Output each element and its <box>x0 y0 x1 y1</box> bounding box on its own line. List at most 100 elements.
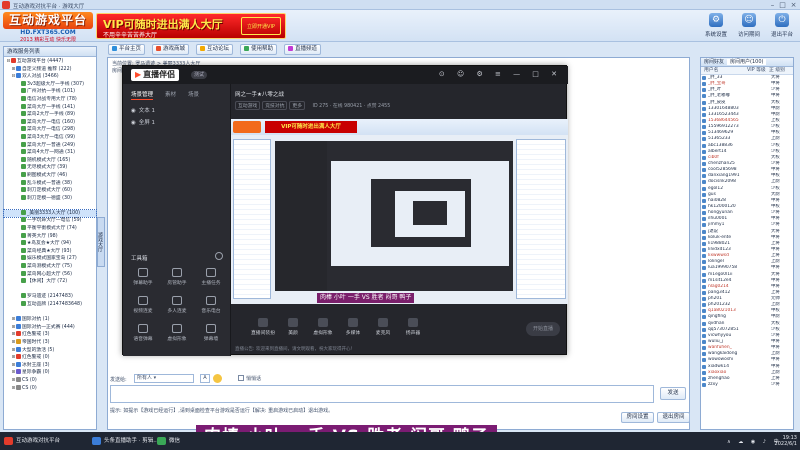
tree-item[interactable]: 随机模式大厅 (165) <box>4 156 96 165</box>
tree-item[interactable]: _美丽3333人大厅 (100) <box>3 208 97 219</box>
taskbar-item-stream[interactable]: 头条直播助手 · 剪辑... <box>90 434 159 448</box>
tree-item[interactable]: 刺刀定模式大厅 (60) <box>4 187 96 195</box>
tree-item[interactable]: ⊞ 自定义频道 推荐 (222) <box>4 65 96 74</box>
send-button[interactable]: 发送 <box>660 387 686 400</box>
source-item[interactable]: ◉ 文本 1 <box>131 106 155 114</box>
vip-open-stamp[interactable]: 立即开通VIP <box>241 17 281 35</box>
tree-item[interactable]: 菜鸟经典★大厅 (93) <box>4 247 96 256</box>
tree-item[interactable]: 罗马遗迹 (2147483) <box>4 293 96 301</box>
tool-avatar[interactable]: 虚拟形象 <box>163 324 191 342</box>
game-lobby-side-tab[interactable]: 游戏大厅 <box>97 217 105 267</box>
tab-scene-management[interactable]: 场景管理 <box>131 92 154 100</box>
toolbar-help-button[interactable]: 使用帮助 <box>240 44 278 55</box>
exit-room-button[interactable]: 退出房间 <box>657 412 690 423</box>
tool-streamer-tasks[interactable]: 主播任务 <box>197 268 225 286</box>
clock[interactable]: 19:13 2022/6/1 <box>775 435 797 447</box>
tree-item[interactable]: ⊞ 大型的激活 (5) <box>4 346 96 355</box>
tool-danmaku-helper[interactable]: 弹幕助手 <box>129 268 157 286</box>
tab-scene[interactable]: 场景 <box>188 92 199 98</box>
tree-item[interactable]: ⊞ CS (0) <box>4 376 96 385</box>
tree-item[interactable]: 菜鸟测模式大厅 (75) <box>4 263 96 271</box>
multimedia-button[interactable]: 多媒体 <box>341 318 365 336</box>
tree-item[interactable]: 菜鸟2大厅一手线 (89) <box>4 111 96 119</box>
tree-item[interactable]: 刺刀定模一德盛 (30) <box>4 194 96 203</box>
tool-video-link[interactable]: 视频连麦 <box>129 296 157 314</box>
tree-item[interactable]: ⊞ 冰封王座 (3) <box>4 361 96 370</box>
whisper-checkbox[interactable]: 悄悄话 <box>238 375 261 382</box>
tree-item[interactable]: ⊞ 星际争霸 (0) <box>4 369 96 377</box>
system-settings-button[interactable]: ⚙ 系统设置 <box>700 13 732 41</box>
toolbar-shop-button[interactable]: 游戏商城 <box>152 44 190 55</box>
taskbar-item-wechat[interactable]: 微信 <box>155 434 180 448</box>
tree-item[interactable]: 菜鸟大厅一电信 (298) <box>4 126 96 134</box>
tab-material[interactable]: 素材 <box>165 92 176 98</box>
tool-music-radio[interactable]: 音乐电台 <box>197 296 225 314</box>
user-row[interactable]: zzxy 少将 <box>701 382 793 388</box>
tree-item[interactable] <box>4 202 96 210</box>
tree-item[interactable]: 菜鸟4大厅一网通 (31) <box>4 149 96 157</box>
tree-item[interactable]: ⊞ 红色警戒 (3) <box>4 331 96 339</box>
game-server-tab[interactable]: 游戏服务列表 <box>4 47 96 57</box>
visit-button[interactable]: ☺ 访问期间 <box>733 13 765 41</box>
exit-platform-button[interactable]: ⏻ 退出平台 <box>766 13 798 41</box>
go-live-button[interactable]: 开始直播 <box>526 322 560 336</box>
tree-item[interactable] <box>4 286 96 294</box>
tree-item[interactable]: 广州对抗一手线 (101) <box>4 88 96 96</box>
tree-item[interactable] <box>4 309 96 317</box>
close-button[interactable]: × <box>789 1 798 9</box>
stream-tag[interactable]: 互动游戏 <box>235 101 261 110</box>
toolbox-toggle-icon[interactable] <box>215 252 223 260</box>
tree-item[interactable]: 娱乐模式国家宝岛 (27) <box>4 255 96 263</box>
speaker-button[interactable]: 扬声器 <box>401 318 425 336</box>
column-username[interactable]: 用户名 <box>704 67 718 75</box>
virtual-avatar-button[interactable]: 虚拟形象 <box>311 318 335 336</box>
room-decor-button[interactable]: 直播间装扮 <box>251 318 275 336</box>
tree-item[interactable]: 3v3超级大厅一手线 (307) <box>4 80 96 89</box>
tree-item[interactable]: ⊟ 双人对战 (3466) <box>4 73 96 81</box>
tree-item[interactable]: 菜鸟3大厅一电信 (99) <box>4 133 96 142</box>
tree-item[interactable]: 一手玩命大厅一电信 (59) <box>4 217 96 225</box>
streaming-app-window[interactable]: ▶ 直播伴侣 测试 ⊙ ☺ ⚙ ≡ — □ ✕ 场景管理 素材 场景 ◉ 文本 1 ◉… <box>122 65 568 356</box>
stream-window-icons[interactable]: ⊙ ☺ ⚙ ≡ — □ ✕ <box>439 70 562 78</box>
stream-tag[interactable]: 竞技对抗 <box>262 101 288 110</box>
minimize-button[interactable]: – <box>768 1 777 9</box>
toolbar-live-button[interactable]: 直播频道 <box>284 44 322 55</box>
message-input[interactable] <box>110 385 654 403</box>
tool-multi-link[interactable]: 多人连麦 <box>163 296 191 314</box>
tree-item[interactable]: 【休闲】大厅 (72) <box>4 278 96 286</box>
emoji-icon[interactable] <box>213 374 222 383</box>
checkbox-box[interactable] <box>238 375 244 381</box>
tree-item[interactable]: 刷图模式大厅 (46) <box>4 171 96 180</box>
tree-item[interactable]: 平衡平衡模式大厅 (74) <box>4 225 96 233</box>
toolbar-forum-button[interactable]: 互动论坛 <box>196 44 234 55</box>
tree-item[interactable]: 乱斗模式一普通 (38) <box>4 179 96 188</box>
tab-room-users[interactable]: 房间用户(100) <box>727 59 767 65</box>
tree-item[interactable]: 菜鸟大厅一普通 (249) <box>4 141 96 150</box>
tree-item[interactable]: ★鸟友会★大厅 (94) <box>4 240 96 248</box>
toolbar-home-button[interactable]: 平台主页 <box>108 44 146 55</box>
font-format-button[interactable]: A <box>200 374 210 383</box>
tree-item[interactable]: 互动品牌 (2147483648) <box>4 301 96 309</box>
tab-room-friends[interactable]: 房间好友 <box>701 59 727 65</box>
maximize-button[interactable]: □ <box>778 1 787 9</box>
tree-item[interactable]: 菁英大厅 (98) <box>4 232 96 241</box>
beauty-button[interactable]: 美颜 <box>281 318 305 336</box>
tree-item[interactable]: 菜鸟网心超大厅 (56) <box>4 270 96 279</box>
stream-tag[interactable]: 更多 <box>289 101 306 110</box>
microphone-button[interactable]: 麦克风 <box>371 318 395 336</box>
tree-item[interactable]: 无尽模式大厅 (39) <box>4 164 96 172</box>
column-level[interactable]: 正 级别 <box>769 67 785 75</box>
tree-item[interactable]: 菜鸟大厅一电信 (160) <box>4 118 96 127</box>
eye-icon[interactable]: ◉ <box>131 120 137 126</box>
tool-room-admin[interactable]: 房管助手 <box>163 268 191 286</box>
source-item[interactable]: ◉ 全屏 1 <box>131 118 155 126</box>
tree-item[interactable]: ⊞ 红色警戒 (0) <box>4 354 96 362</box>
tool-voice-danmaku[interactable]: 语音弹幕 <box>129 324 157 342</box>
vip-banner[interactable]: VIP可随时进出满人大厅 不用辛辛苦苦养大厅 立即开通VIP <box>96 13 286 39</box>
tree-item[interactable]: ⊞ 帝国时代 (3) <box>4 338 96 347</box>
tool-danmaku-wall[interactable]: 弹幕墙 <box>197 324 225 342</box>
send-to-select[interactable]: 所有人 ▾ <box>134 374 194 383</box>
eye-icon[interactable]: ◉ <box>131 108 137 114</box>
room-settings-button[interactable]: 房间设置 <box>621 412 654 423</box>
tray-icons[interactable]: ∧ ☁ ◉ ♪ 中 <box>727 438 782 445</box>
